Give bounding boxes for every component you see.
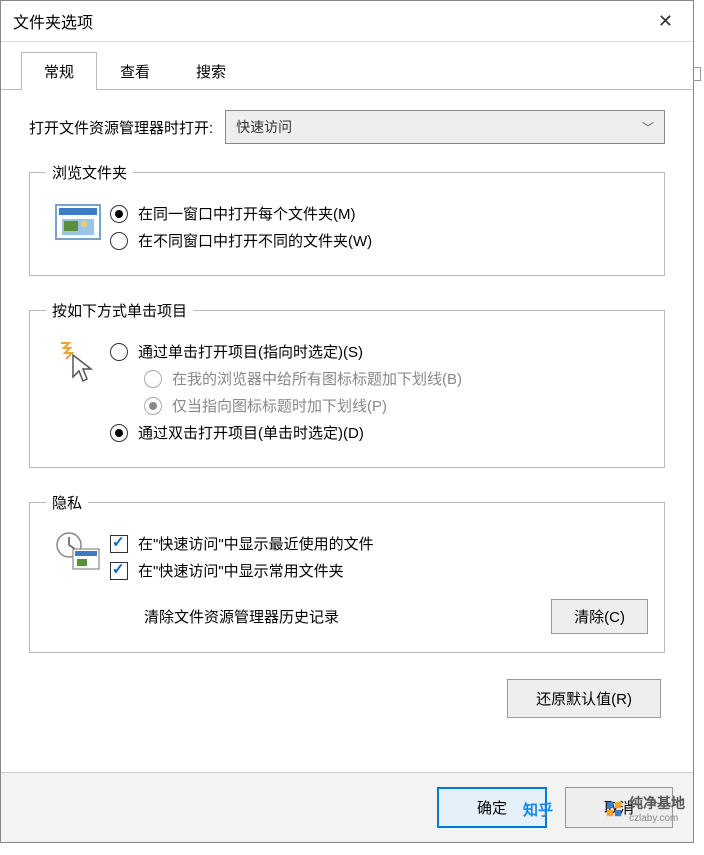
show-recent-files-checkbox[interactable]: 在"快速访问"中显示最近使用的文件 — [110, 533, 648, 554]
brand-logo-icon — [605, 800, 623, 818]
open-with-row: 打开文件资源管理器时打开: 快速访问 ﹀ — [29, 110, 665, 144]
browse-icon — [46, 197, 110, 243]
privacy-icon — [46, 527, 110, 575]
click-sub2-label: 仅当指向图标标题时加下划线(P) — [172, 395, 387, 416]
radio-icon — [144, 370, 162, 388]
browse-folders-group: 浏览文件夹 在同一窗口中打开每个文件夹(M) — [29, 162, 665, 276]
click-opt1-label: 通过单击打开项目(指向时选定)(S) — [138, 341, 363, 362]
privacy-chk1-label: 在"快速访问"中显示最近使用的文件 — [138, 533, 374, 554]
browse-legend: 浏览文件夹 — [46, 162, 133, 183]
restore-defaults-button[interactable]: 还原默认值(R) — [507, 679, 661, 718]
click-icon — [46, 335, 110, 389]
clear-button[interactable]: 清除(C) — [551, 599, 648, 634]
click-opt2-label: 通过双击打开项目(单击时选定)(D) — [138, 422, 364, 443]
dialog-buttons: 确定 取消 — [1, 772, 693, 842]
underline-all-option: 在我的浏览器中给所有图标标题加下划线(B) — [144, 368, 648, 389]
tab-view[interactable]: 查看 — [97, 52, 173, 90]
clear-history-label: 清除文件资源管理器历史记录 — [144, 606, 339, 627]
close-icon[interactable]: ✕ — [650, 11, 681, 32]
browse-same-window-option[interactable]: 在同一窗口中打开每个文件夹(M) — [110, 203, 648, 224]
zhihu-watermark: 知乎 — [523, 799, 553, 820]
open-with-dropdown[interactable]: 快速访问 ﹀ — [225, 110, 665, 144]
underline-hover-option: 仅当指向图标标题时加下划线(P) — [144, 395, 648, 416]
restore-row: 还原默认值(R) — [29, 679, 665, 718]
privacy-chk2-label: 在"快速访问"中显示常用文件夹 — [138, 560, 344, 581]
privacy-group: 隐私 在"快速访问 — [29, 492, 665, 653]
brand-name: 纯净基地 — [629, 793, 685, 813]
radio-icon — [110, 205, 128, 223]
decorative-stub — [693, 67, 701, 81]
single-click-option[interactable]: 通过单击打开项目(指向时选定)(S) — [110, 341, 648, 362]
checkbox-icon — [110, 562, 128, 580]
tab-panel-general: 打开文件资源管理器时打开: 快速访问 ﹀ 浏览文件夹 — [1, 89, 693, 728]
titlebar: 文件夹选项 ✕ — [1, 1, 693, 42]
window-title: 文件夹选项 — [13, 9, 93, 33]
browse-opt1-label: 在同一窗口中打开每个文件夹(M) — [138, 203, 356, 224]
double-click-option[interactable]: 通过双击打开项目(单击时选定)(D) — [110, 422, 648, 443]
radio-icon — [110, 232, 128, 250]
click-items-group: 按如下方式单击项目 通过单击打开项目(指向时选定)(S) 在我的浏览器 — [29, 300, 665, 468]
tab-strip: 常规 查看 搜索 — [21, 52, 693, 90]
open-with-label: 打开文件资源管理器时打开: — [29, 117, 213, 138]
brand-watermark: 纯净基地 czlaby.com — [605, 793, 685, 824]
browse-new-window-option[interactable]: 在不同窗口中打开不同的文件夹(W) — [110, 230, 648, 251]
tab-general[interactable]: 常规 — [21, 52, 97, 90]
open-with-value: 快速访问 — [236, 117, 292, 137]
clear-history-row: 清除文件资源管理器历史记录 清除(C) — [110, 599, 648, 634]
tab-search[interactable]: 搜索 — [173, 52, 249, 90]
click-sub1-label: 在我的浏览器中给所有图标标题加下划线(B) — [172, 368, 462, 389]
folder-options-dialog: 文件夹选项 ✕ 常规 查看 搜索 打开文件资源管理器时打开: 快速访问 ﹀ 浏览… — [0, 0, 694, 843]
browse-opt2-label: 在不同窗口中打开不同的文件夹(W) — [138, 230, 372, 251]
radio-icon — [110, 424, 128, 442]
checkbox-icon — [110, 535, 128, 553]
radio-icon — [144, 397, 162, 415]
privacy-legend: 隐私 — [46, 492, 88, 513]
radio-icon — [110, 343, 128, 361]
show-frequent-folders-checkbox[interactable]: 在"快速访问"中显示常用文件夹 — [110, 560, 648, 581]
click-legend: 按如下方式单击项目 — [46, 300, 193, 321]
chevron-down-icon: ﹀ — [642, 119, 654, 136]
brand-url: czlaby.com — [629, 813, 685, 824]
